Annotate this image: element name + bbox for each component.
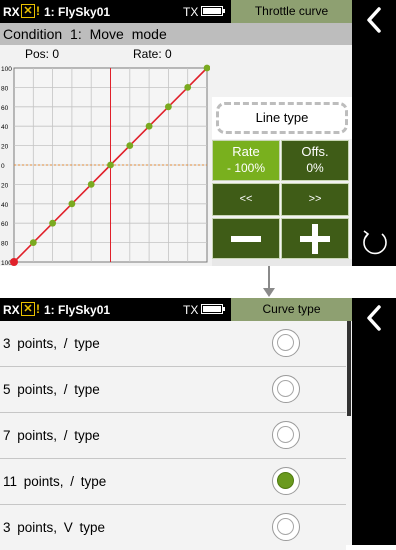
down-arrow-icon — [263, 266, 275, 297]
curve-point — [107, 161, 114, 169]
list-item-label: 3 points, / type — [3, 336, 100, 351]
list-item[interactable]: 7 points, / type — [0, 413, 346, 459]
list-item[interactable]: 11 points, / type — [0, 459, 346, 505]
back-chevron-icon[interactable] — [362, 6, 386, 34]
y-tick-label: 60 — [1, 221, 9, 228]
curve-point — [68, 200, 76, 208]
back-chevron-icon[interactable] — [362, 304, 386, 332]
y-tick-label: 100 — [1, 66, 12, 73]
radio-button[interactable] — [272, 513, 300, 541]
battery-icon — [201, 6, 223, 16]
next-label: >> — [308, 193, 322, 205]
model-name: 1: FlySky01 — [44, 303, 111, 317]
curve-type-list: 3 points, / type 5 points, / type 7 poin… — [0, 321, 352, 550]
prev-label: << — [239, 193, 253, 205]
curve-point — [29, 239, 37, 247]
page-title: Curve type — [231, 298, 352, 321]
list-item-label: 7 points, / type — [3, 428, 100, 443]
y-tick-label: 40 — [1, 124, 9, 131]
curve-type-screen: RX ✕ ! 1: FlySky01 TX Curve type 3 point… — [0, 298, 396, 550]
line-type-label: Line type — [255, 110, 309, 125]
y-tick-label: 80 — [1, 85, 9, 92]
x-box-icon: ✕ — [21, 4, 35, 18]
radio-button[interactable] — [272, 375, 300, 403]
status-bar: RX ✕ ! 1: FlySky01 TX Throttle curve — [0, 0, 352, 23]
list-item[interactable]: 3 points, V type — [0, 505, 346, 550]
pos-label: Pos: 0 — [25, 47, 60, 61]
next-point-button[interactable]: >> — [281, 183, 349, 216]
curve-point — [126, 142, 134, 149]
curve-point — [10, 258, 18, 266]
plus-button[interactable] — [281, 218, 349, 259]
offset-button[interactable]: Offs. 0% — [281, 140, 349, 181]
y-tick-label: 80 — [1, 241, 9, 248]
page-title: Throttle curve — [231, 0, 352, 23]
y-tick-label: 60 — [1, 105, 9, 112]
rate-button[interactable]: Rate - 100% — [212, 140, 280, 181]
line-type-button[interactable]: Line type — [212, 97, 352, 139]
rx-label: RX — [3, 303, 20, 317]
y-tick-label: 20 — [1, 182, 9, 189]
curve-point — [87, 181, 95, 188]
throttle-curve-screen: RX ✕ ! 1: FlySky01 TX Throttle curve Con… — [0, 0, 396, 266]
model-name: 1: FlySky01 — [44, 5, 111, 19]
condition-label: Condition 1: Move mode — [3, 26, 167, 42]
list-item-label: 11 points, / type — [3, 474, 107, 489]
rate-value: - 100% — [226, 161, 266, 175]
curve-point — [49, 219, 56, 227]
radio-button[interactable] — [272, 421, 300, 449]
list-item-label: 5 points, / type — [3, 382, 100, 397]
x-box-icon: ✕ — [21, 302, 35, 316]
radio-button[interactable] — [272, 329, 300, 357]
list-item[interactable]: 5 points, / type — [0, 367, 346, 413]
curve-point — [145, 122, 153, 130]
sidebar — [352, 0, 396, 266]
scrollbar[interactable] — [346, 321, 352, 545]
battery-tip — [223, 307, 225, 311]
condition-bar: Condition 1: Move mode — [0, 23, 352, 45]
minus-icon — [231, 236, 261, 242]
y-tick-label: 40 — [1, 202, 9, 209]
scrollbar-thumb[interactable] — [347, 321, 351, 416]
offset-value: 0% — [306, 161, 324, 175]
offset-title: Offs. — [301, 144, 329, 159]
sidebar — [352, 298, 396, 545]
pos-rate-line: Pos: 0 Rate: 0 — [0, 45, 352, 63]
plus-icon — [300, 224, 330, 254]
list-item-label: 3 points, V type — [3, 520, 106, 535]
minus-button[interactable] — [212, 218, 280, 259]
alarm-indicator: ! — [36, 302, 40, 316]
y-tick-label: 0 — [1, 163, 5, 170]
rx-label: RX — [3, 5, 20, 19]
prev-point-button[interactable]: << — [212, 183, 280, 216]
radio-button-selected[interactable] — [272, 467, 300, 495]
alarm-indicator: ! — [36, 4, 40, 18]
tx-label: TX — [183, 303, 199, 317]
rate-title: Rate — [232, 144, 260, 159]
battery-tip — [223, 9, 225, 13]
rotate-icon[interactable] — [360, 226, 390, 258]
curve-point — [184, 84, 192, 91]
list-item[interactable]: 3 points, / type — [0, 321, 346, 367]
curve-chart[interactable]: 10080604020020406080100 — [0, 63, 210, 266]
battery-icon — [201, 304, 223, 314]
rate-readout: Rate: 0 — [133, 47, 172, 61]
button-strip — [212, 259, 352, 266]
y-tick-label: 20 — [1, 144, 9, 151]
status-bar: RX ✕ ! 1: FlySky01 TX Curve type — [0, 298, 352, 321]
tx-label: TX — [183, 5, 199, 19]
curve-point — [165, 103, 172, 111]
